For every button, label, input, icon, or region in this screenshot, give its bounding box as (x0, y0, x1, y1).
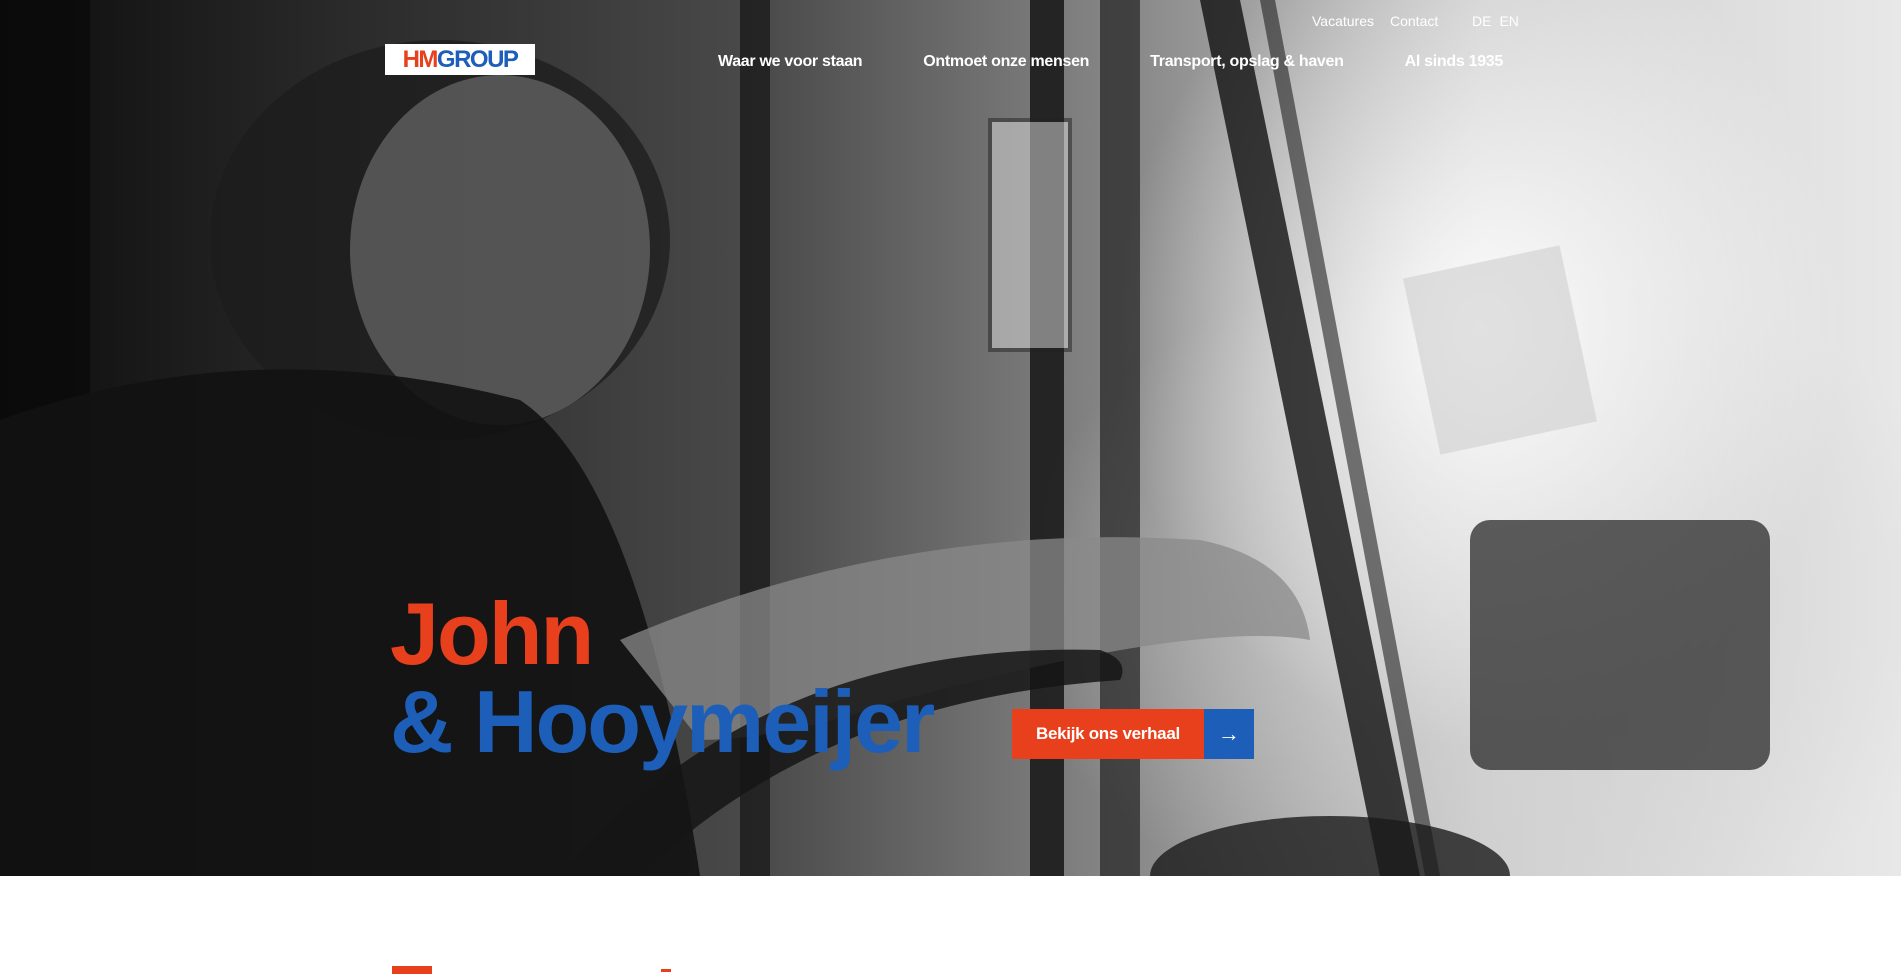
hero-headline-line2: & Hooymeijer (390, 672, 935, 771)
utility-nav: Vacatures Contact (1312, 13, 1438, 29)
cta-label: Bekijk ons verhaal (1012, 709, 1204, 759)
nav-item-transport-opslag-haven[interactable]: Transport, opslag & haven (1150, 53, 1344, 71)
vacatures-link[interactable]: Vacatures (1312, 13, 1374, 29)
nav-item-waar-we-voor-staan[interactable]: Waar we voor staan (718, 53, 863, 71)
hero-section: HM GROUP Vacatures Contact DE EN Waar we… (0, 0, 1901, 876)
hero-photo (0, 0, 1770, 876)
logo-hm-text: HM (402, 45, 439, 73)
language-switcher: DE EN (1472, 13, 1519, 29)
next-section-heading-peek (392, 966, 432, 974)
contact-link[interactable]: Contact (1390, 13, 1438, 29)
language-de-link[interactable]: DE (1472, 13, 1491, 29)
language-en-link[interactable]: EN (1499, 13, 1518, 29)
hero-headline: John & Hooymeijer (390, 584, 935, 771)
nav-item-al-sinds-1935[interactable]: Al sinds 1935 (1405, 53, 1504, 71)
nav-item-ontmoet-onze-mensen[interactable]: Ontmoet onze mensen (923, 53, 1089, 71)
arrow-right-icon: → (1203, 709, 1254, 759)
hero-headline-line1: John (390, 584, 594, 683)
main-nav: Waar we voor staan Ontmoet onze mensen T… (718, 53, 1503, 71)
logo-group-text: GROUP (436, 45, 519, 73)
next-section-heading-peek-mark (661, 969, 671, 972)
bekijk-ons-verhaal-button[interactable]: Bekijk ons verhaal → (1012, 709, 1254, 759)
hm-group-logo[interactable]: HM GROUP (385, 44, 535, 75)
